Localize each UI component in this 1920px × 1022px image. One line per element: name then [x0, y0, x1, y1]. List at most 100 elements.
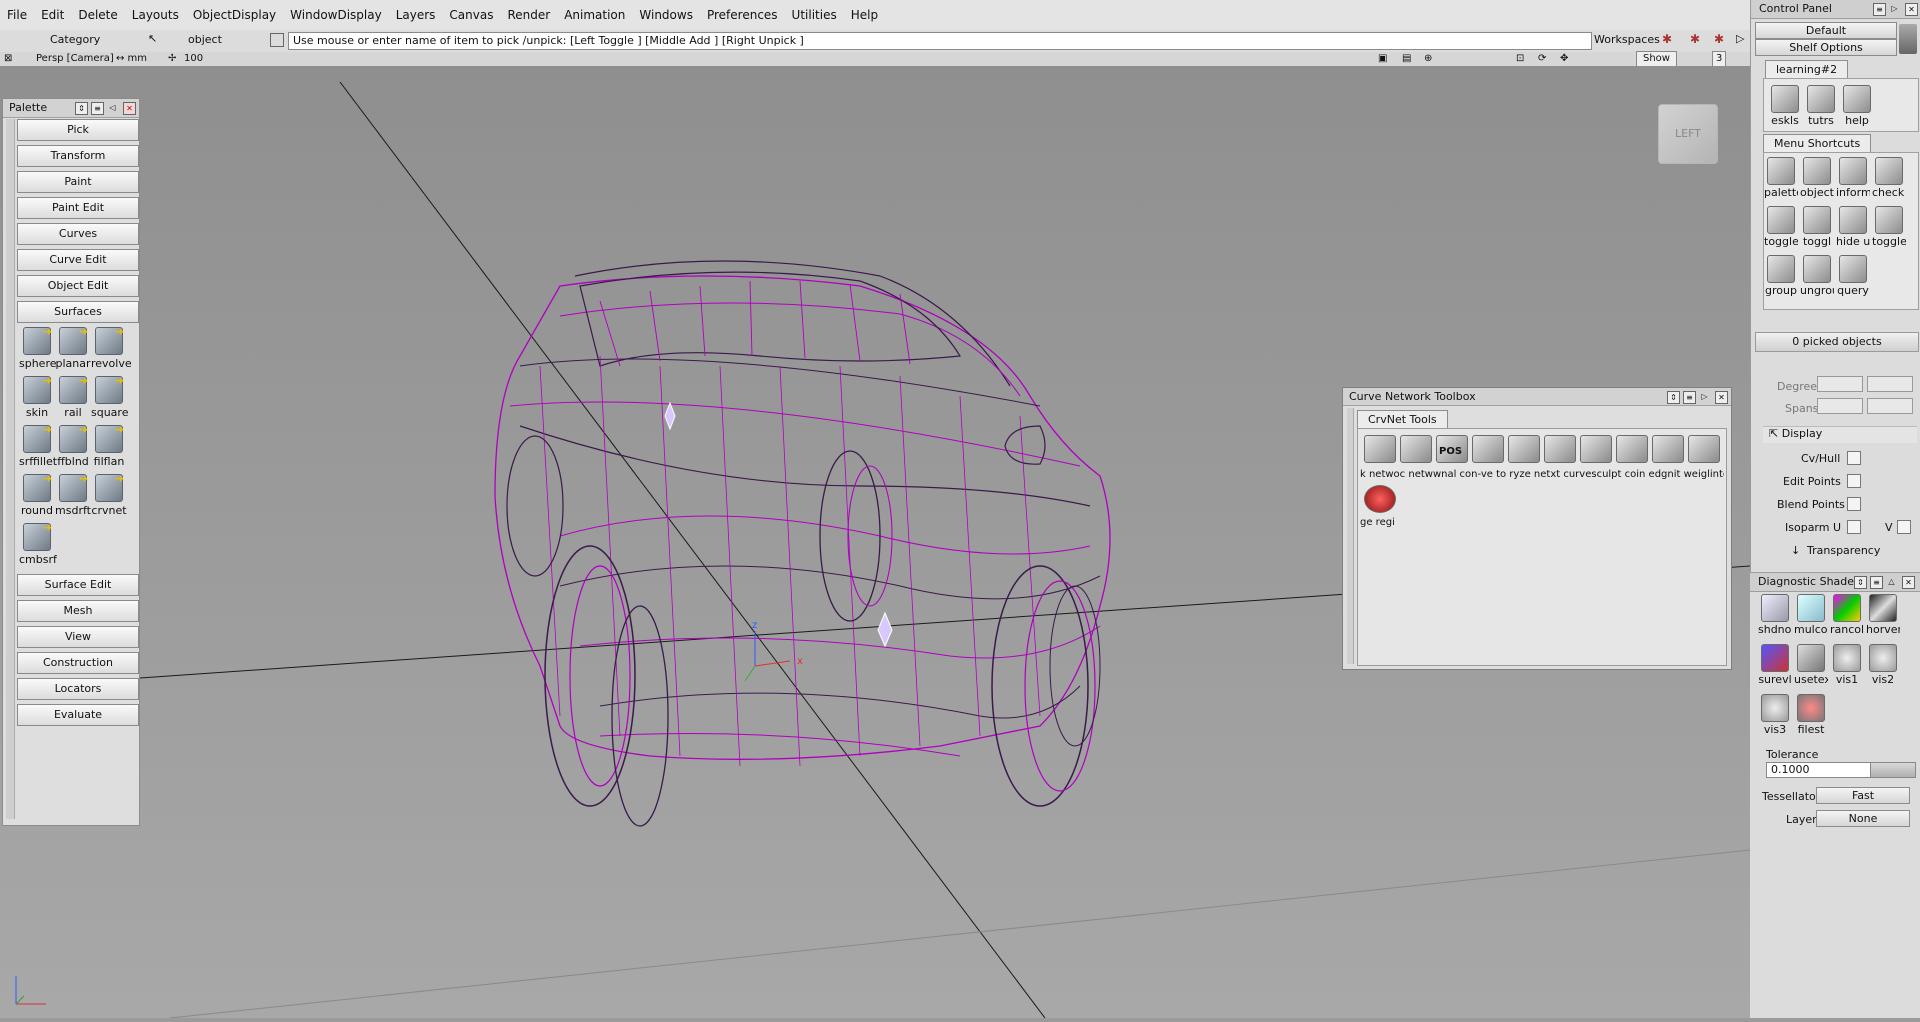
tab-crvnet-tools[interactable]: CrvNet Tools	[1357, 410, 1448, 428]
zoom-icon[interactable]: ⊕	[1424, 52, 1432, 66]
tessellator-dropdown[interactable]: Fast	[1816, 787, 1910, 804]
palette-button-paint[interactable]: Paint	[17, 171, 139, 193]
pick-arrow-icon[interactable]: ↖	[148, 32, 162, 46]
menu-edit[interactable]: Edit	[34, 0, 71, 30]
crvnet-tool-2-icon[interactable]	[1400, 435, 1432, 463]
cp-list-icon[interactable]: ≡	[1873, 3, 1886, 16]
crvnet-tool-3-icon[interactable]: POS	[1436, 435, 1468, 463]
palette-title-bar[interactable]: Palette ⇕ ≡ ◁ ✕	[3, 99, 139, 118]
diag-collapse-icon[interactable]: △	[1886, 576, 1897, 587]
palette-close-icon[interactable]: ✕	[123, 102, 136, 115]
camera-label[interactable]: Persp [Camera]	[36, 52, 114, 66]
close-view-icon[interactable]: ⊠	[4, 52, 12, 66]
diag-filest[interactable]: filest	[1794, 694, 1828, 736]
tool-planar[interactable]: ➜ planar	[55, 325, 91, 370]
palette-collapse-icon[interactable]: ◁	[107, 102, 118, 113]
palette-button-evaluate[interactable]: Evaluate	[17, 704, 139, 726]
camera-icon[interactable]: ▣	[1378, 52, 1387, 66]
diag-vis1[interactable]: vis1	[1830, 644, 1864, 686]
crvnet-tool-4-icon[interactable]	[1472, 435, 1504, 463]
layer-dropdown[interactable]: None	[1816, 810, 1910, 827]
crvnet-tool-7-icon[interactable]	[1580, 435, 1612, 463]
tool-icon-2[interactable]: ✱	[1690, 32, 1700, 46]
shortcut-toggl[interactable]: toggl	[1800, 206, 1834, 248]
expand-arrow-icon[interactable]: ▷	[1736, 32, 1744, 45]
edit-points-checkbox[interactable]	[1847, 474, 1861, 488]
shelf-help[interactable]: help	[1840, 85, 1874, 127]
diag-rancol[interactable]: rancol	[1830, 594, 1864, 636]
palette-button-curve-edit[interactable]: Curve Edit	[17, 249, 139, 271]
diag-close-icon[interactable]: ✕	[1902, 576, 1915, 589]
tool-skin[interactable]: ➜ skin	[19, 374, 55, 419]
spans-field-2[interactable]	[1867, 398, 1913, 414]
tool-srffillet[interactable]: ➜ srffillet	[19, 423, 57, 468]
frame-icon[interactable]: ⊡	[1516, 52, 1524, 66]
tool-icon-1[interactable]: ✱	[1662, 32, 1672, 46]
rotate-icon[interactable]: ⟳	[1538, 52, 1546, 66]
cn-list-icon[interactable]: ≡	[1683, 391, 1696, 404]
tool-square[interactable]: ➜ square	[91, 374, 128, 419]
tool-ffblnd[interactable]: ➜ ffblnd	[55, 423, 91, 468]
diag-shdnon[interactable]: shdnon	[1758, 594, 1792, 636]
menu-help[interactable]: Help	[844, 0, 885, 30]
shortcut-hide-u[interactable]: hide u	[1836, 206, 1870, 248]
object-pick-mode[interactable]: object	[188, 33, 222, 46]
tool-revolve[interactable]: ➜ revolve	[91, 325, 132, 370]
palette-button-mesh[interactable]: Mesh	[17, 600, 139, 622]
crvnet-tool-6-icon[interactable]	[1544, 435, 1576, 463]
palette-button-pick[interactable]: Pick	[17, 119, 139, 141]
trash-icon[interactable]	[1899, 24, 1917, 54]
tolerance-field[interactable]: 0.1000	[1766, 762, 1872, 778]
tool-icon-3[interactable]: ✱	[1714, 32, 1724, 46]
degree-field-2[interactable]	[1867, 376, 1913, 392]
view-count-button[interactable]: 3	[1712, 51, 1727, 67]
tool-filflan[interactable]: ➜ filflan	[91, 423, 127, 468]
degree-field-1[interactable]	[1817, 376, 1863, 392]
cn-close-icon[interactable]: ✕	[1715, 391, 1728, 404]
palette-button-locators[interactable]: Locators	[17, 678, 139, 700]
diagnostic-title-bar[interactable]: Diagnostic Shade ⇕ ≡ △ ✕	[1750, 572, 1920, 592]
palette-button-object-edit[interactable]: Object Edit	[17, 275, 139, 297]
palette-button-paint-edit[interactable]: Paint Edit	[17, 197, 139, 219]
tool-round[interactable]: ➜ round	[19, 472, 55, 517]
palette-list-icon[interactable]: ≡	[91, 102, 104, 115]
tool-msdrft[interactable]: ➜ msdrft	[55, 472, 91, 517]
menu-layers[interactable]: Layers	[389, 0, 443, 30]
shortcut-query[interactable]: query	[1836, 255, 1870, 297]
tab-learning2[interactable]: learning#2	[1765, 60, 1849, 78]
display-section-header[interactable]: ⇱ Display	[1763, 426, 1917, 443]
workspaces-button[interactable]: Workspaces	[1594, 33, 1660, 46]
shortcut-group[interactable]: group	[1764, 255, 1798, 297]
cn-expand-icon[interactable]: ▷	[1699, 391, 1710, 402]
shelf-eskls[interactable]: eskls	[1768, 85, 1802, 127]
curve-network-title-bar[interactable]: Curve Network Toolbox ⇕ ≡ ▷ ✕	[1343, 388, 1731, 406]
isoparm-v-checkbox[interactable]	[1897, 520, 1911, 534]
menu-file[interactable]: File	[0, 0, 34, 30]
pick-prompt-field[interactable]: Use mouse or enter name of item to pick …	[288, 32, 1592, 50]
menu-toggle-icon[interactable]	[270, 33, 284, 47]
crvnet-tool-10-icon[interactable]	[1688, 435, 1720, 463]
layout-dropdown[interactable]: Default	[1755, 22, 1897, 39]
tool-sphere[interactable]: ➜ sphere	[19, 325, 57, 370]
cn-pin-icon[interactable]: ⇕	[1667, 391, 1680, 404]
cp-close-icon[interactable]: ✕	[1905, 3, 1918, 16]
spans-field-1[interactable]	[1817, 398, 1863, 414]
diag-vis2[interactable]: vis2	[1866, 644, 1900, 686]
menu-animation[interactable]: Animation	[557, 0, 632, 30]
palette-button-construction[interactable]: Construction	[17, 652, 139, 674]
show-button[interactable]: Show	[1636, 51, 1677, 67]
menu-windowdisplay[interactable]: WindowDisplay	[283, 0, 389, 30]
palette-button-surface-edit[interactable]: Surface Edit	[17, 574, 139, 596]
diag-vis3[interactable]: vis3	[1758, 694, 1792, 736]
shortcut-palette[interactable]: palette	[1764, 157, 1798, 199]
crvnet-tool-5-icon[interactable]	[1508, 435, 1540, 463]
palette-button-transform[interactable]: Transform	[17, 145, 139, 167]
crvnet-tool-8-icon[interactable]	[1616, 435, 1648, 463]
crvnet-tool-1-icon[interactable]	[1364, 435, 1396, 463]
diag-pin-icon[interactable]: ⇕	[1854, 576, 1867, 589]
shortcut-ungrou[interactable]: ungrou	[1800, 255, 1834, 297]
cp-expand-icon[interactable]: ▷	[1889, 3, 1900, 14]
palette-drag-handle[interactable]	[6, 119, 15, 819]
palette-section-surfaces[interactable]: Surfaces	[17, 301, 139, 323]
tolerance-slider[interactable]	[1870, 762, 1916, 778]
